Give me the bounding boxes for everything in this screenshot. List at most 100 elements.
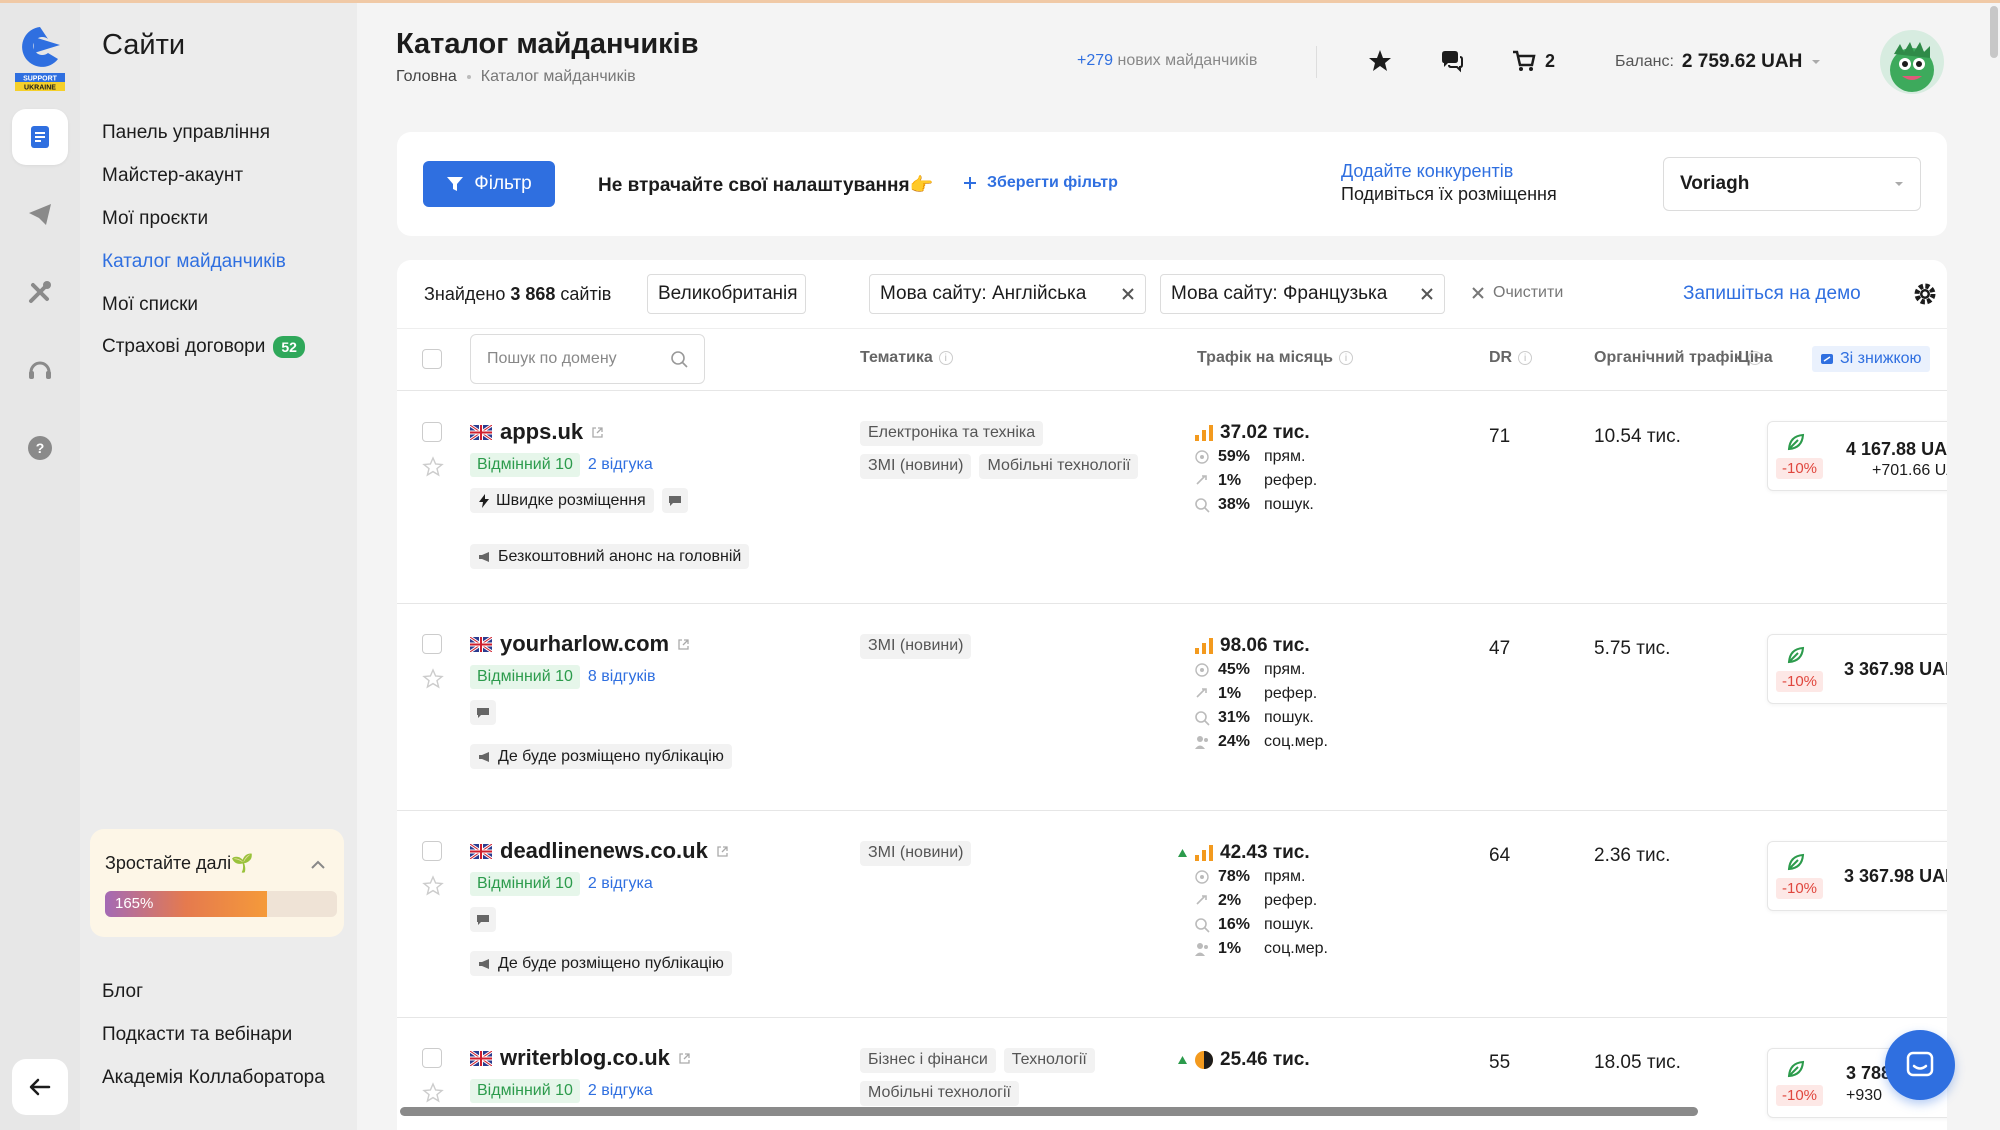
- star-icon[interactable]: [1367, 48, 1393, 74]
- column-traffic[interactable]: Трафік на місяць i: [1197, 349, 1353, 367]
- save-filter-button[interactable]: Зберегти фільтр: [963, 174, 1118, 192]
- dr-value: 71: [1489, 426, 1511, 447]
- sidebar-item-insurance[interactable]: Страхові договори 52: [102, 336, 305, 358]
- row-checkbox[interactable]: [422, 1048, 442, 1068]
- sidebar-item-master-account[interactable]: Майстер-акаунт: [102, 165, 243, 187]
- collapse-sidebar-button[interactable]: [12, 1059, 68, 1115]
- sidebar-item-lists[interactable]: Мої списки: [102, 294, 198, 316]
- site-domain[interactable]: deadlinenews.co.uk: [470, 838, 729, 864]
- traffic-label: пошук.: [1264, 496, 1314, 513]
- collaborator-logo[interactable]: SUPPORT UKRAINE: [14, 23, 66, 93]
- traffic-label: прям.: [1264, 868, 1306, 885]
- target-icon: [1195, 870, 1209, 884]
- dr-value: 55: [1489, 1052, 1511, 1073]
- column-topic[interactable]: Тематика i: [860, 349, 953, 367]
- sidebar-item-dashboard[interactable]: Панель управління: [102, 122, 270, 144]
- traffic-label: прям.: [1264, 448, 1306, 465]
- table-row[interactable]: deadlinenews.co.uk Відмінний 10 2 відгук…: [397, 811, 1947, 1018]
- sidebar-item-catalog[interactable]: Каталог майданчиків: [102, 251, 286, 273]
- filter-chip[interactable]: Великобританія: [647, 274, 806, 314]
- site-domain[interactable]: writerblog.co.uk: [470, 1045, 691, 1071]
- support-chat-button[interactable]: [1885, 1030, 1955, 1100]
- close-icon[interactable]: [1420, 287, 1434, 301]
- price-card[interactable]: -10% 3 367.98 UAH: [1767, 634, 1947, 704]
- reviews-link[interactable]: 2 відгука: [588, 1082, 653, 1100]
- search-input[interactable]: [487, 350, 657, 368]
- external-link-icon[interactable]: [591, 426, 604, 439]
- info-icon[interactable]: i: [938, 351, 953, 365]
- book-demo-link[interactable]: Запишіться на демо: [1683, 283, 1861, 305]
- filter-chip-label: Великобританія: [658, 283, 798, 304]
- chat-bubbles-icon[interactable]: [1439, 48, 1465, 74]
- filter-chip[interactable]: Мова сайту: Французька: [1160, 274, 1445, 314]
- rail-sites-button[interactable]: [12, 109, 68, 165]
- search-icon[interactable]: [670, 350, 688, 368]
- add-competitors-link[interactable]: Додайте конкурентів: [1341, 160, 1557, 183]
- site-domain[interactable]: yourharlow.com: [470, 631, 690, 657]
- rail-support-button[interactable]: [12, 342, 68, 398]
- favorite-star-icon[interactable]: [422, 456, 444, 478]
- sidebar-item-podcasts[interactable]: Подкасти та вебінари: [102, 1024, 292, 1046]
- favorite-star-icon[interactable]: [422, 875, 444, 897]
- reviews-link[interactable]: 8 відгуків: [588, 668, 656, 686]
- avatar[interactable]: [1880, 30, 1944, 94]
- clear-filters-button[interactable]: Очистити: [1471, 284, 1563, 302]
- chevron-up-icon[interactable]: [310, 857, 326, 873]
- filter-button[interactable]: Фільтр: [423, 161, 555, 207]
- external-link-icon[interactable]: [677, 638, 690, 651]
- rail-telegram-button[interactable]: [12, 186, 68, 242]
- column-organic[interactable]: Органічний трафік i: [1594, 349, 1762, 367]
- traffic-percent: 31%: [1218, 709, 1251, 726]
- new-sites-link[interactable]: +279 нових майданчиків: [1077, 52, 1257, 70]
- row-checkbox[interactable]: [422, 634, 442, 654]
- growth-progress-bar: 165%: [105, 891, 337, 917]
- horizontal-scrollbar[interactable]: [400, 1107, 1698, 1116]
- price-card[interactable]: -10% 3 367.98 UAH: [1767, 841, 1947, 911]
- save-filter-label: Зберегти фільтр: [987, 174, 1118, 191]
- site-domain[interactable]: apps.uk: [470, 419, 604, 445]
- external-link-icon[interactable]: [678, 1052, 691, 1065]
- sidebar-item-blog[interactable]: Блог: [102, 981, 143, 1003]
- traffic-mix-icon: [1195, 1051, 1213, 1069]
- gear-icon[interactable]: [1913, 282, 1937, 306]
- breadcrumb-current: Каталог майданчиків: [480, 68, 636, 85]
- price-card[interactable]: -10% 4 167.88 UAH +701.66 UAH: [1767, 421, 1947, 491]
- domain-search[interactable]: [470, 334, 705, 384]
- table-row[interactable]: yourharlow.com Відмінний 10 8 відгуків Д…: [397, 604, 1947, 811]
- reviews-link[interactable]: 2 відгука: [588, 875, 653, 893]
- rail-help-button[interactable]: ?: [12, 420, 68, 476]
- table-row[interactable]: apps.uk Відмінний 10 2 відгука Швидке ро…: [397, 391, 1947, 604]
- globe-search-icon: [1195, 711, 1210, 726]
- filter-chip-label: Мова сайту: Французька: [1171, 283, 1388, 304]
- info-icon[interactable]: i: [1518, 351, 1533, 365]
- discount-toggle-label: Зі знижкою: [1840, 350, 1922, 367]
- row-checkbox[interactable]: [422, 422, 442, 442]
- column-label: Тематика: [860, 349, 933, 366]
- select-all-checkbox[interactable]: [422, 349, 442, 369]
- vertical-scrollbar[interactable]: [1990, 6, 1998, 58]
- project-select[interactable]: Voriagh: [1663, 157, 1921, 211]
- rail-tools-button[interactable]: [12, 264, 68, 320]
- cart-icon[interactable]: [1511, 48, 1537, 74]
- announcement-row: Безкоштовний анонс на головній: [470, 544, 750, 569]
- row-checkbox[interactable]: [422, 841, 442, 861]
- column-dr[interactable]: DR i: [1489, 349, 1533, 367]
- comments-tag: [470, 700, 496, 725]
- topic-tag: Мобільні технології: [860, 1081, 1019, 1106]
- balance-dropdown[interactable]: Баланс: 2 759.62 UAH: [1615, 51, 1822, 73]
- reviews-link[interactable]: 2 відгука: [588, 456, 653, 474]
- traffic-search: 16% пошук.: [1194, 913, 1328, 937]
- discount-toggle[interactable]: Зі знижкою: [1812, 346, 1930, 372]
- column-price[interactable]: Ціна: [1738, 349, 1773, 367]
- growth-widget[interactable]: Зростайте далі🌱 165%: [90, 829, 344, 937]
- favorite-star-icon[interactable]: [422, 668, 444, 690]
- cart-count[interactable]: 2: [1545, 51, 1555, 72]
- info-icon[interactable]: i: [1338, 351, 1353, 365]
- sidebar-item-projects[interactable]: Мої проєкти: [102, 208, 208, 230]
- close-icon[interactable]: [1121, 287, 1135, 301]
- external-link-icon[interactable]: [716, 845, 729, 858]
- breadcrumb-home[interactable]: Головна: [396, 68, 457, 86]
- favorite-star-icon[interactable]: [422, 1082, 444, 1104]
- filter-chip[interactable]: Мова сайту: Англійська: [869, 274, 1146, 314]
- sidebar-item-academy[interactable]: Академія Коллаборатора: [102, 1067, 325, 1089]
